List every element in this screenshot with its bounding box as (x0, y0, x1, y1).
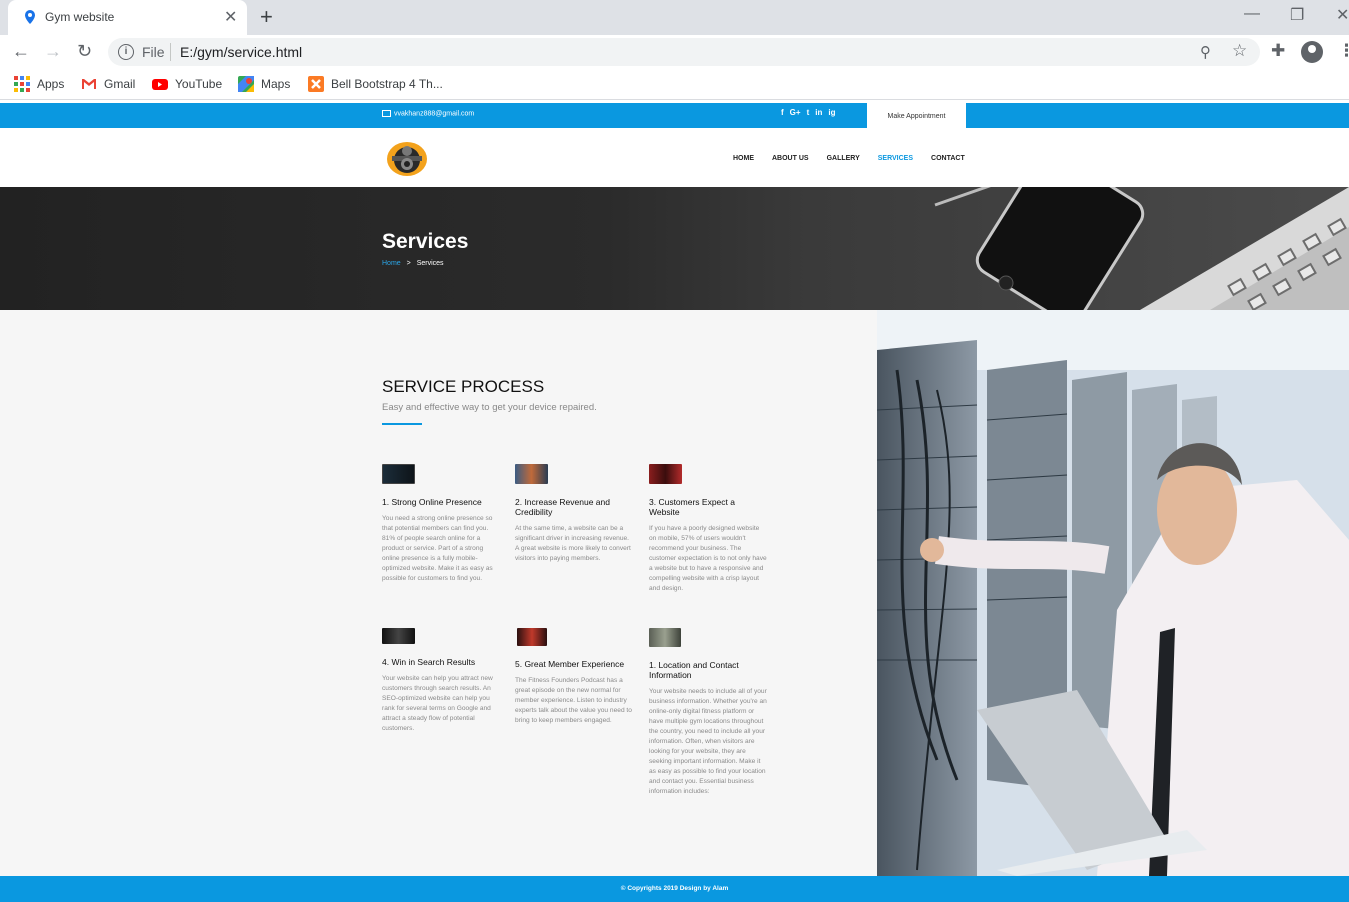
service-thumbnail (515, 464, 548, 484)
bookmark-apps[interactable]: Apps (14, 76, 64, 92)
service-item: 4. Win in Search Results Your website ca… (382, 628, 500, 734)
menu-kebab-icon[interactable]: ⋮ (1338, 41, 1349, 61)
service-item-title: 5. Great Member Experience (515, 659, 625, 669)
make-appointment-button[interactable]: Make Appointment (867, 103, 966, 130)
service-thumbnail (649, 464, 682, 484)
service-item: 5. Great Member Experience The Fitness F… (515, 628, 633, 726)
service-thumbnail (649, 628, 681, 647)
service-item-desc: At the same time, a website can be a sig… (515, 525, 631, 562)
service-item-title: 3. Customers Expect a Website (649, 497, 735, 517)
linkedin-icon[interactable]: in (815, 108, 822, 117)
service-item-title: 1. Strong Online Presence (382, 497, 482, 507)
browser-toolbar: ← → ↻ i File E:/gym/service.html ⚲ ☆ ✚ ⋮ (0, 35, 1349, 69)
section-underline (382, 423, 422, 425)
bookmark-label: Gmail (104, 77, 136, 91)
nav-home[interactable]: HOME (733, 155, 754, 162)
service-item-title: 1. Location and Contact Information (649, 660, 739, 680)
reload-icon[interactable]: ↻ (77, 41, 92, 62)
bookmarks-bar: Apps Gmail YouTube Maps Bell Bootstrap 4… (0, 69, 1349, 100)
service-item-desc: You need a strong online presence so tha… (382, 515, 493, 582)
contact-topbar: vvakhanz888@gmail.com f G+ t in ig Make … (0, 103, 1349, 130)
back-arrow-icon[interactable]: ← (12, 41, 30, 62)
service-thumbnail (517, 628, 547, 646)
bookmark-label: Bell Bootstrap 4 Th... (331, 77, 443, 91)
profile-avatar-icon[interactable] (1301, 41, 1323, 63)
service-item-desc: Your website needs to include all of you… (649, 688, 767, 795)
service-thumbnail (382, 464, 415, 484)
section-title: SERVICE PROCESS (382, 377, 545, 396)
page-title: Services (382, 230, 469, 253)
url-text[interactable]: E:/gym/service.html (180, 44, 302, 60)
copyright-text: © Copyrights 2019 Design by Alam (620, 885, 729, 892)
service-item-desc: The Fitness Founders Podcast has a great… (515, 677, 632, 724)
google-plus-icon[interactable]: G+ (790, 108, 801, 117)
bookmark-label: Apps (37, 77, 65, 91)
email-contact[interactable]: vvakhanz888@gmail.com (382, 110, 474, 117)
service-item-desc: If you have a poorly designed website on… (649, 525, 767, 592)
service-process-section: SERVICE PROCESS Easy and effective way t… (0, 310, 877, 876)
extensions-icon[interactable]: ✚ (1271, 41, 1285, 61)
twitter-icon[interactable]: t (807, 108, 810, 117)
server-room-technician-image (877, 310, 1349, 876)
laptop-phone-background-image (934, 187, 1349, 310)
page-banner: Services Home > Services (0, 187, 1349, 310)
gmail-icon (82, 79, 96, 89)
service-item: 1. Location and Contact Information Your… (649, 628, 767, 797)
instagram-icon[interactable]: ig (828, 108, 835, 117)
site-footer: © Copyrights 2019 Design by Alam (0, 876, 1349, 902)
maps-icon (238, 76, 254, 92)
facebook-icon[interactable]: f (781, 108, 784, 117)
youtube-icon (152, 79, 168, 90)
url-separator (170, 43, 171, 61)
breadcrumb: Home > Services (382, 260, 444, 267)
section-subtitle: Easy and effective way to get your devic… (382, 402, 597, 413)
site-header: HOME ABOUT US GALLERY SERVICES CONTACT (0, 128, 1349, 187)
apps-grid-icon (14, 76, 30, 92)
tab-close-icon[interactable]: ✕ (224, 7, 237, 27)
service-item-title: 2. Increase Revenue and Credibility (515, 497, 610, 517)
minimize-icon[interactable]: — (1244, 5, 1260, 23)
bookmark-bell-bootstrap[interactable]: Bell Bootstrap 4 Th... (308, 76, 443, 92)
envelope-icon (382, 110, 391, 117)
service-thumbnail (382, 628, 415, 644)
address-bar[interactable]: i File E:/gym/service.html ⚲ ☆ (108, 38, 1260, 66)
bookmark-maps[interactable]: Maps (238, 76, 290, 92)
new-tab-button[interactable]: + (260, 4, 273, 30)
social-links: f G+ t in ig (781, 108, 835, 117)
service-item: 2. Increase Revenue and Credibility At t… (515, 464, 633, 564)
main-navigation: HOME ABOUT US GALLERY SERVICES CONTACT (733, 155, 983, 162)
bookmark-label: Maps (261, 77, 291, 91)
url-scheme: File (142, 44, 165, 60)
service-item: 3. Customers Expect a Website If you hav… (649, 464, 767, 594)
site-info-icon[interactable]: i (118, 44, 134, 60)
forward-arrow-icon[interactable]: → (44, 41, 62, 62)
tab-title: Gym website (45, 10, 115, 24)
email-text: vvakhanz888@gmail.com (394, 110, 475, 118)
browser-tab[interactable]: Gym website ✕ (8, 0, 247, 35)
breadcrumb-separator: > (406, 260, 411, 267)
nav-services[interactable]: SERVICES (878, 155, 913, 162)
service-item-title: 4. Win in Search Results (382, 657, 476, 667)
window-close-icon[interactable]: ✕ (1336, 5, 1349, 25)
xampp-icon (308, 76, 324, 92)
gym-logo[interactable] (386, 139, 428, 177)
nav-about-us[interactable]: ABOUT US (772, 155, 809, 162)
browser-tabstrip: Gym website ✕ + — ❐ ✕ (0, 0, 1349, 35)
bookmark-youtube[interactable]: YouTube (152, 76, 222, 92)
nav-contact[interactable]: CONTACT (931, 155, 965, 162)
breadcrumb-home-link[interactable]: Home (382, 260, 401, 267)
breadcrumb-current: Services (416, 260, 444, 267)
location-pin-icon (25, 10, 35, 24)
zoom-icon[interactable]: ⚲ (1200, 43, 1211, 61)
service-item-desc: Your website can help you attract new cu… (382, 675, 493, 732)
bookmark-gmail[interactable]: Gmail (81, 76, 135, 92)
service-item: 1. Strong Online Presence You need a str… (382, 464, 500, 584)
nav-gallery[interactable]: GALLERY (827, 155, 860, 162)
website: vvakhanz888@gmail.com f G+ t in ig Make … (0, 101, 1349, 902)
restore-icon[interactable]: ❐ (1290, 5, 1304, 25)
bookmark-star-icon[interactable]: ☆ (1232, 41, 1247, 61)
bookmark-label: YouTube (175, 77, 223, 91)
